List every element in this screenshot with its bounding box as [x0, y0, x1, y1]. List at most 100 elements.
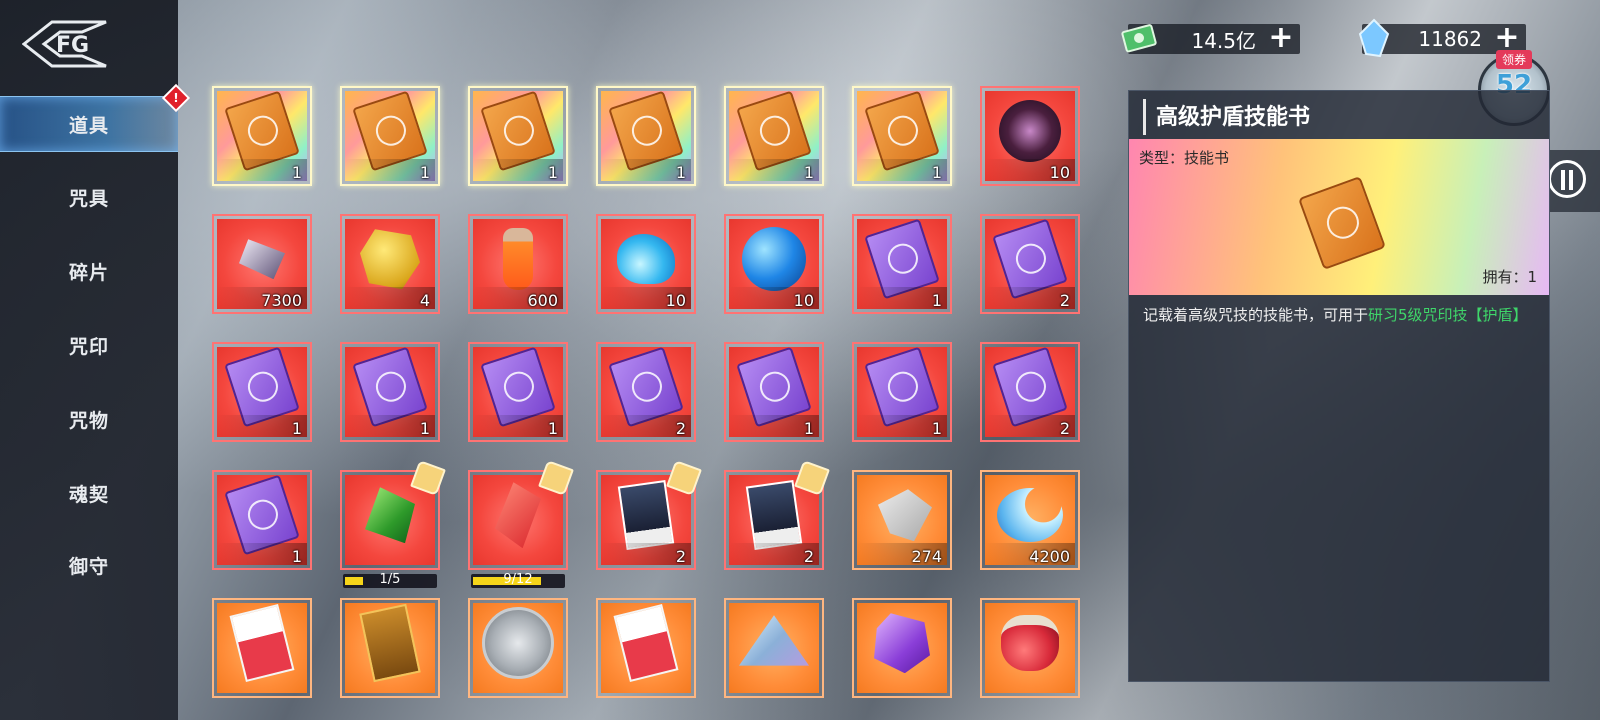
inventory-slot[interactable]: 1 — [852, 214, 952, 314]
inventory-slot[interactable]: 4 — [340, 214, 440, 314]
hexagram-medal-icon — [482, 607, 554, 680]
cash-icon — [1121, 24, 1157, 53]
sidebar-item-7[interactable]: 御守 — [0, 538, 178, 592]
sidebar: FG 道具咒具碎片咒印咒物魂契御守 — [0, 0, 178, 720]
item-count: 1 — [291, 547, 302, 566]
inventory-slot[interactable] — [212, 598, 312, 698]
inventory-slot[interactable] — [468, 460, 574, 570]
inventory-slot[interactable]: 10 — [980, 86, 1080, 186]
inventory-slot[interactable]: 1 — [724, 342, 824, 442]
item-count: 2 — [1059, 419, 1070, 438]
add-cash-button[interactable]: + — [1266, 23, 1296, 53]
inventory-slot[interactable]: 2 — [724, 460, 830, 570]
item-description-highlight: 研习5级咒印技【护盾】 — [1368, 306, 1528, 324]
inventory-slot[interactable] — [596, 598, 696, 698]
inventory-slot[interactable] — [340, 598, 440, 698]
item-count: 274 — [911, 547, 942, 566]
cash-value: 14.5亿 — [1191, 28, 1256, 53]
item-count: 1 — [803, 419, 814, 438]
inventory-slot[interactable]: 1 — [596, 86, 696, 186]
inventory-slot[interactable]: 1 — [340, 86, 440, 186]
item-detail-panel: 高级护盾技能书 类型：技能书 拥有：1 记载着高级咒技的技能书，可用于研习5级咒… — [1128, 90, 1550, 682]
item-count: 1 — [419, 163, 430, 182]
sidebar-item-1[interactable]: 道具 — [0, 96, 178, 152]
pause-bar-right — [1569, 170, 1573, 190]
inventory-slot[interactable] — [724, 598, 824, 698]
inventory-slot[interactable]: 1 — [852, 86, 952, 186]
inventory-slot[interactable] — [340, 460, 446, 570]
gem-value: 11862 — [1418, 27, 1482, 51]
inventory-slot[interactable] — [980, 598, 1080, 698]
character-card-icon — [617, 480, 675, 551]
inventory-slot[interactable]: 2 — [596, 460, 702, 570]
inventory-slot[interactable]: 600 — [468, 214, 568, 314]
blue-orb-icon — [742, 227, 806, 292]
progress-text: 9/12 — [503, 572, 533, 587]
item-count: 4200 — [1029, 547, 1070, 566]
inventory-slot[interactable]: 1 — [468, 86, 568, 186]
inventory-slot[interactable]: 10 — [596, 214, 696, 314]
cash-currency: 14.5亿 + — [1121, 23, 1300, 54]
potion-icon — [503, 228, 533, 291]
item-count: 7300 — [261, 291, 302, 310]
sidebar-item-5[interactable]: 咒物 — [0, 392, 178, 446]
inventory-slot[interactable]: 1 — [212, 86, 312, 186]
inventory-slot[interactable] — [468, 598, 568, 698]
svg-text:FG: FG — [56, 33, 89, 58]
dark-gem-icon — [999, 100, 1061, 163]
item-count: 4 — [419, 291, 430, 310]
pause-bar-left — [1561, 170, 1565, 190]
fragment-progress-bar: 1/5 — [343, 572, 437, 588]
inventory-slot[interactable]: 2 — [980, 342, 1080, 442]
item-type: 类型：技能书 — [1139, 149, 1230, 167]
inventory-slot[interactable]: 1 — [468, 342, 568, 442]
item-owned: 拥有：1 — [1482, 268, 1537, 286]
inventory-slot[interactable]: 2 — [596, 342, 696, 442]
inventory-slot[interactable]: 1 — [212, 470, 312, 570]
item-count: 1 — [931, 163, 942, 182]
skill-book-icon — [1297, 176, 1387, 270]
item-preview: 类型：技能书 拥有：1 — [1129, 139, 1549, 295]
add-gem-button[interactable]: + — [1492, 23, 1522, 53]
item-count: 2 — [803, 547, 814, 566]
inventory-slot[interactable]: 1 — [340, 342, 440, 442]
inventory-slot[interactable]: 10 — [724, 214, 824, 314]
item-count: 2 — [675, 419, 686, 438]
inventory-slot[interactable]: 4200 — [980, 470, 1080, 570]
item-count: 10 — [1049, 163, 1070, 182]
sidebar-item-6[interactable]: 魂契 — [0, 466, 178, 520]
item-count: 1 — [803, 163, 814, 182]
red-jar-icon — [1001, 615, 1059, 672]
item-description: 记载着高级咒技的技能书，可用于研习5级咒印技【护盾】 — [1143, 303, 1539, 327]
item-count: 1 — [419, 419, 430, 438]
item-count: 1 — [291, 163, 302, 182]
item-count: 1 — [547, 419, 558, 438]
fragment-progress-bar: 9/12 — [471, 572, 565, 588]
item-count: 1 — [931, 419, 942, 438]
inventory-slot[interactable]: 1 — [724, 86, 824, 186]
inventory-slot[interactable]: 2 — [980, 214, 1080, 314]
item-description-text: 记载着高级咒技的技能书，可用于 — [1143, 306, 1369, 324]
crescent-crystal-icon — [997, 488, 1063, 543]
character-card-icon — [745, 480, 803, 551]
sidebar-item-4[interactable]: 咒印 — [0, 318, 178, 372]
pause-icon — [1548, 160, 1586, 198]
inventory-slot[interactable]: 1 — [852, 342, 952, 442]
item-count: 1 — [931, 291, 942, 310]
inventory-slot[interactable]: 7300 — [212, 214, 312, 314]
coupon-tag: 领券 — [1496, 50, 1533, 69]
inventory-slot[interactable]: 1 — [212, 342, 312, 442]
inventory-slot[interactable] — [852, 598, 952, 698]
sidebar-item-3[interactable]: 碎片 — [0, 244, 178, 298]
item-count: 1 — [547, 163, 558, 182]
item-count: 1 — [291, 419, 302, 438]
sidebar-item-2[interactable]: 咒具 — [0, 170, 178, 224]
item-count: 10 — [665, 291, 686, 310]
inventory-slot[interactable]: 274 — [852, 470, 952, 570]
blue-flame-icon — [617, 234, 675, 285]
item-count: 1 — [675, 163, 686, 182]
item-count: 2 — [675, 547, 686, 566]
item-title: 高级护盾技能书 — [1143, 99, 1310, 135]
crystal-icon — [1358, 18, 1390, 58]
game-logo[interactable]: FG — [22, 18, 108, 70]
